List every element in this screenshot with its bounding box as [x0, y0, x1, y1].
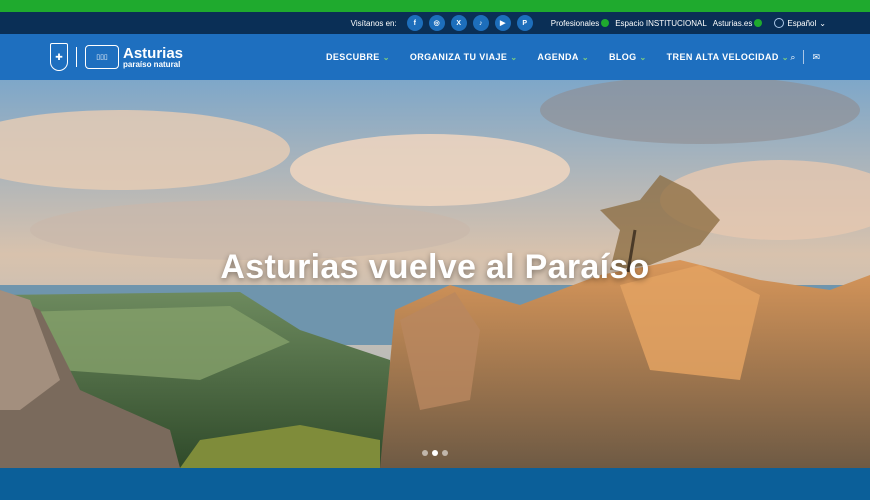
- nav-item-blog[interactable]: BLOG ⌄: [609, 52, 647, 62]
- asturias-es-label: Asturias.es: [712, 18, 753, 28]
- top-green-strip: [0, 0, 870, 12]
- brand-name: Asturias: [123, 44, 184, 62]
- mail-icon[interactable]: ✉: [812, 52, 820, 63]
- visit-label: Visítanos en:: [350, 18, 397, 28]
- chevron-down-icon: ⌄: [819, 18, 826, 28]
- nav-item-label: ORGANIZA TU VIAJE: [409, 52, 508, 62]
- chevron-down-icon: ⌄: [382, 52, 390, 62]
- chevron-down-icon: ⌄: [781, 52, 789, 62]
- nav-item-tren-alta-velocidad[interactable]: TREN ALTA VELOCIDAD ⌄: [667, 52, 789, 62]
- hero-title: Asturias vuelve al Paraíso: [220, 248, 650, 286]
- brand-text: Asturias paraíso natural: [123, 46, 183, 69]
- pinterest-icon[interactable]: P: [516, 15, 533, 31]
- brand-emblem-icon: ▯▯▯: [85, 45, 119, 69]
- chevron-down-icon: ⌄: [510, 52, 518, 62]
- nav-tools: ⌕ ✉: [790, 34, 820, 80]
- language-label: Español: [787, 18, 817, 28]
- nav-item-label: DESCUBRE: [326, 52, 380, 62]
- coat-of-arms-icon: ✚: [50, 43, 68, 71]
- espacio-institucional-label: Espacio INSTITUCIONAL: [615, 18, 707, 28]
- nav-item-agenda[interactable]: AGENDA ⌄: [537, 52, 589, 62]
- social-links: f ◎ X ♪ ▶ P: [406, 15, 533, 31]
- profesionales-link[interactable]: Profesionales: [550, 18, 610, 28]
- utility-bar: Visítanos en: f ◎ X ♪ ▶ P Profesionales …: [0, 12, 870, 34]
- main-navbar: ✚ ▯▯▯ Asturias paraíso natural DESCUBRE …: [0, 34, 870, 80]
- language-selector[interactable]: Español ⌄: [774, 18, 826, 28]
- facebook-icon[interactable]: f: [406, 15, 423, 31]
- asturias-es-link[interactable]: Asturias.es: [713, 19, 763, 28]
- espacio-institucional-link[interactable]: Espacio INSTITUCIONAL: [615, 19, 707, 28]
- logo-separator: [76, 47, 77, 67]
- main-menu: DESCUBRE ⌄ ORGANIZA TU VIAJE ⌄ AGENDA ⌄ …: [326, 34, 789, 80]
- slider-dot-active[interactable]: [432, 450, 438, 456]
- nav-item-label: TREN ALTA VELOCIDAD: [666, 52, 779, 62]
- search-icon[interactable]: ⌕: [790, 52, 795, 63]
- profesionales-label: Profesionales: [550, 18, 600, 28]
- nav-item-label: AGENDA: [537, 52, 579, 62]
- chevron-down-icon: ⌄: [639, 52, 647, 62]
- hero-banner: Asturias vuelve al Paraíso: [0, 80, 870, 468]
- external-link-icon: [754, 19, 763, 27]
- globe-icon: [774, 18, 785, 28]
- slider-dots: [0, 450, 870, 456]
- tiktok-icon[interactable]: ♪: [472, 15, 489, 31]
- brand-subtitle: paraíso natural: [123, 59, 181, 69]
- chevron-down-icon: ⌄: [581, 52, 589, 62]
- youtube-icon[interactable]: ▶: [494, 15, 511, 31]
- site-logo[interactable]: ✚ ▯▯▯ Asturias paraíso natural: [50, 42, 183, 72]
- external-link-icon: [601, 19, 610, 27]
- x-icon[interactable]: X: [450, 15, 467, 31]
- nav-item-organiza-tu-viaje[interactable]: ORGANIZA TU VIAJE ⌄: [410, 52, 518, 62]
- top-links: Profesionales Espacio INSTITUCIONAL Astu…: [551, 19, 763, 28]
- bottom-band: [0, 468, 870, 500]
- slider-dot[interactable]: [442, 450, 448, 456]
- nav-divider: [803, 50, 805, 64]
- slider-dot[interactable]: [422, 450, 428, 456]
- nav-item-label: BLOG: [608, 52, 637, 62]
- instagram-icon[interactable]: ◎: [428, 15, 445, 31]
- nav-item-descubre[interactable]: DESCUBRE ⌄: [326, 52, 390, 62]
